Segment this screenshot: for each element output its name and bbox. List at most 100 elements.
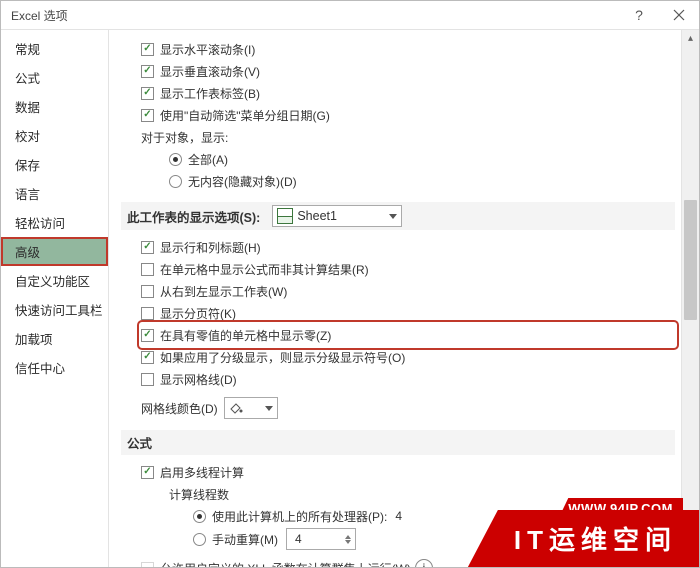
option-row: 如果应用了分级显示，则显示分级显示符号(O)	[141, 346, 675, 368]
checkbox-horiz-scrollbar[interactable]	[141, 43, 154, 56]
sidebar-item-label: 快速访问工具栏	[15, 304, 103, 318]
sidebar-item-proofing[interactable]: 校对	[1, 121, 108, 150]
option-label: 使用此计算机上的所有处理器(P):	[212, 508, 387, 525]
spinner-up-icon[interactable]	[345, 535, 351, 539]
option-row: 显示网格线(D)	[141, 368, 675, 390]
sidebar-item-accessibility[interactable]: 轻松访问	[1, 208, 108, 237]
checkbox-show-gridlines[interactable]	[141, 373, 154, 386]
option-label: 允许用户定义的 XLL 函数在计算群集上运行(W)	[160, 560, 411, 568]
checkbox-show-formulas[interactable]	[141, 263, 154, 276]
radio-objects-all[interactable]	[169, 153, 182, 166]
help-icon: ?	[635, 7, 643, 23]
thread-count-input[interactable]: 4	[286, 528, 356, 550]
object-display-label-row: 对于对象，显示:	[141, 126, 675, 148]
option-row: 显示工作表标签(B)	[141, 82, 675, 104]
section-formulas: 公式	[121, 430, 675, 455]
sidebar-item-customize-ribbon[interactable]: 自定义功能区	[1, 266, 108, 295]
sidebar-item-general[interactable]: 常规	[1, 34, 108, 63]
category-sidebar: 常规 公式 数据 校对 保存 语言 轻松访问 高级 自定义功能区 快速访问工具栏…	[1, 30, 109, 567]
section-sheet-display: 此工作表的显示选项(S): Sheet1	[121, 202, 675, 230]
radio-objects-none[interactable]	[169, 175, 182, 188]
option-row: 显示垂直滚动条(V)	[141, 60, 675, 82]
sidebar-item-label: 常规	[15, 43, 40, 57]
info-icon: i	[415, 559, 433, 567]
checkbox-autofilter-group-dates[interactable]	[141, 109, 154, 122]
option-label: 无内容(隐藏对象)(D)	[188, 173, 297, 190]
option-label: 从右到左显示工作表(W)	[160, 283, 287, 300]
sidebar-item-addins[interactable]: 加载项	[1, 324, 108, 353]
option-label: 使用"自动筛选"菜单分组日期(G)	[160, 107, 330, 124]
checkbox-rtl-sheet[interactable]	[141, 285, 154, 298]
checkbox-show-zeros[interactable]	[141, 329, 154, 342]
checkbox-vert-scrollbar[interactable]	[141, 65, 154, 78]
option-row-show-zeros: 在具有零值的单元格中显示零(Z)	[141, 324, 675, 346]
watermark-large: IT运维空间	[468, 510, 699, 567]
checkbox-page-breaks[interactable]	[141, 307, 154, 320]
checkbox-outline-symbols[interactable]	[141, 351, 154, 364]
option-row: 显示水平滚动条(I)	[141, 38, 675, 60]
gridline-color-label: 网格线颜色(D)	[141, 400, 218, 417]
option-label: 显示行和列标题(H)	[160, 239, 261, 256]
sidebar-item-label: 自定义功能区	[15, 275, 90, 289]
option-label: 启用多线程计算	[160, 464, 244, 481]
chevron-down-icon	[389, 214, 397, 219]
sidebar-item-label: 校对	[15, 130, 40, 144]
close-icon	[673, 9, 685, 21]
sidebar-item-data[interactable]: 数据	[1, 92, 108, 121]
option-row: 在单元格中显示公式而非其计算结果(R)	[141, 258, 675, 280]
option-label: 显示分页符(K)	[160, 305, 236, 322]
titlebar: Excel 选项 ?	[1, 1, 699, 30]
thread-count-value: 4	[295, 532, 302, 546]
help-button[interactable]: ?	[621, 3, 657, 27]
option-row: 从右到左显示工作表(W)	[141, 280, 675, 302]
titlebar-buttons: ?	[621, 3, 697, 27]
sidebar-item-quick-access-toolbar[interactable]: 快速访问工具栏	[1, 295, 108, 324]
main-content: 显示水平滚动条(I) 显示垂直滚动条(V) 显示工作表标签(B) 使用"自动筛选…	[109, 30, 681, 567]
scroll-thumb[interactable]	[684, 200, 697, 320]
scroll-up-button[interactable]: ▴	[682, 30, 699, 47]
dialog-body: 常规 公式 数据 校对 保存 语言 轻松访问 高级 自定义功能区 快速访问工具栏…	[1, 30, 699, 567]
sidebar-item-label: 语言	[15, 188, 40, 202]
sidebar-item-save[interactable]: 保存	[1, 150, 108, 179]
worksheet-icon	[277, 208, 293, 224]
option-label: 全部(A)	[188, 151, 228, 168]
section-title: 此工作表的显示选项(S):	[127, 207, 260, 226]
close-button[interactable]	[661, 3, 697, 27]
sidebar-item-advanced[interactable]: 高级	[1, 237, 108, 266]
checkbox-sheet-tabs[interactable]	[141, 87, 154, 100]
section-title: 公式	[127, 433, 152, 452]
paint-bucket-icon	[229, 401, 243, 415]
sheet-select-value: Sheet1	[297, 209, 337, 223]
option-row: 启用多线程计算	[141, 461, 675, 483]
sidebar-item-formulas[interactable]: 公式	[1, 63, 108, 92]
excel-options-dialog: Excel 选项 ? 常规 公式 数据 校对 保存 语言 轻松访问 高级 自定义…	[0, 0, 700, 568]
sidebar-item-language[interactable]: 语言	[1, 179, 108, 208]
option-label: 如果应用了分级显示，则显示分级显示符号(O)	[160, 349, 405, 366]
processor-count: 4	[395, 509, 402, 523]
radio-manual-threads[interactable]	[193, 533, 206, 546]
checkbox-xll-cluster	[141, 562, 154, 568]
radio-use-all-processors[interactable]	[193, 510, 206, 523]
main-panel: 显示水平滚动条(I) 显示垂直滚动条(V) 显示工作表标签(B) 使用"自动筛选…	[109, 30, 699, 567]
gridline-color-dropdown[interactable]	[224, 397, 278, 419]
option-row: 使用"自动筛选"菜单分组日期(G)	[141, 104, 675, 126]
vertical-scrollbar[interactable]: ▴ ▾	[681, 30, 699, 567]
sidebar-item-label: 轻松访问	[15, 217, 65, 231]
sheet-select-dropdown[interactable]: Sheet1	[272, 205, 402, 227]
spinner-down-icon[interactable]	[345, 540, 351, 544]
checkbox-multithread[interactable]	[141, 466, 154, 479]
sidebar-item-trust-center[interactable]: 信任中心	[1, 353, 108, 382]
sidebar-item-label: 保存	[15, 159, 40, 173]
gridline-color-row: 网格线颜色(D)	[141, 396, 675, 420]
option-row: 显示分页符(K)	[141, 302, 675, 324]
option-row: 全部(A)	[169, 148, 675, 170]
checkbox-show-headings[interactable]	[141, 241, 154, 254]
option-label: 显示垂直滚动条(V)	[160, 63, 260, 80]
sidebar-item-label: 公式	[15, 72, 40, 86]
chevron-down-icon	[265, 406, 273, 411]
object-display-label: 对于对象，显示:	[141, 129, 228, 146]
option-label: 手动重算(M)	[212, 531, 278, 548]
sidebar-item-label: 数据	[15, 101, 40, 115]
option-label: 显示水平滚动条(I)	[160, 41, 255, 58]
sidebar-item-label: 信任中心	[15, 362, 65, 376]
